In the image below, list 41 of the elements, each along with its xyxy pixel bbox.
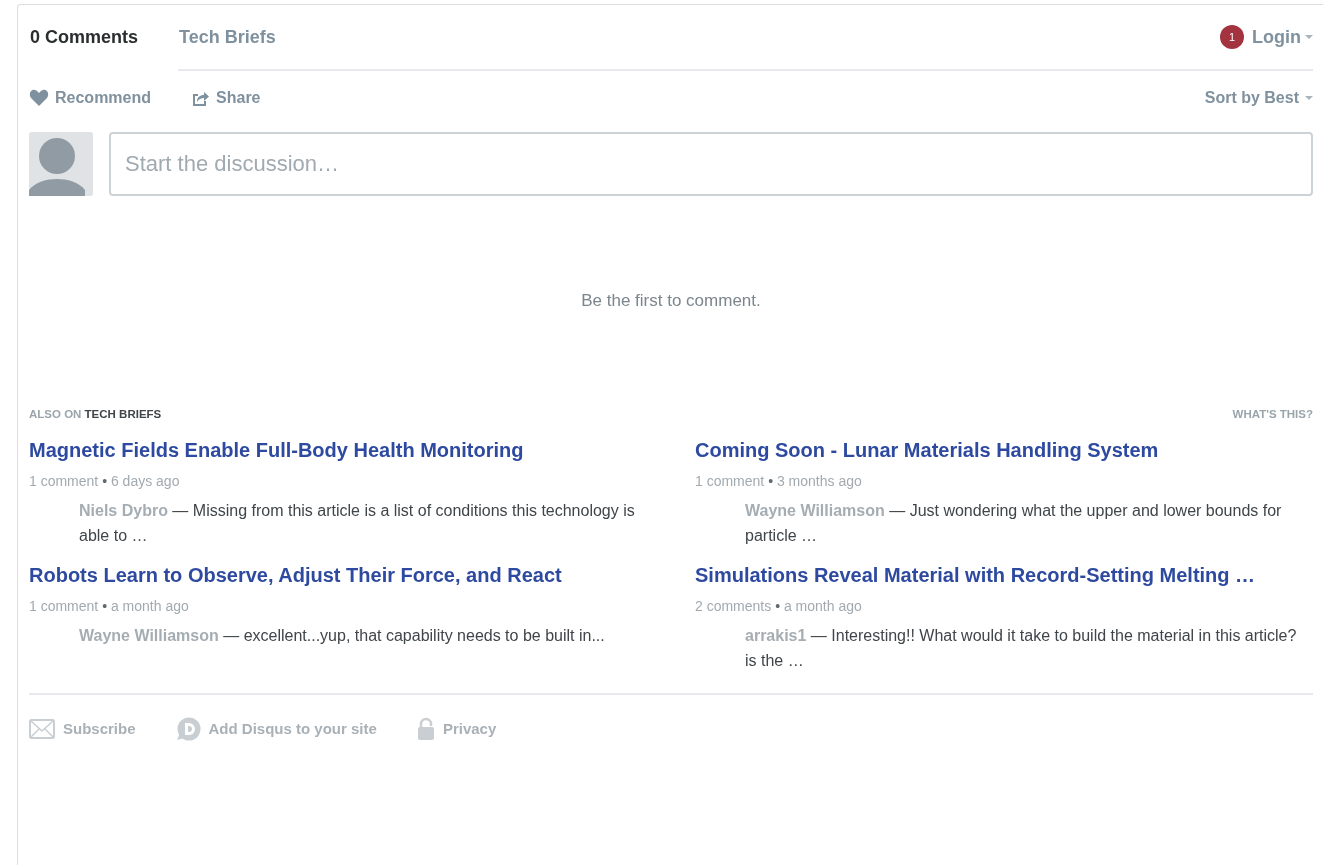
comment-count: 1 comment: [29, 472, 99, 489]
privacy-link[interactable]: Privacy: [416, 716, 497, 742]
separator-dot: •: [775, 597, 781, 614]
avatar-icon: [29, 132, 93, 196]
tab[interactable]: Tech Briefs: [178, 5, 316, 71]
whats-this-link[interactable]: WHAT'S THIS?: [1232, 405, 1313, 423]
comment-count: 1 comment: [695, 472, 765, 489]
article-title-link[interactable]: Simulations Reveal Material with Record-Setting Melting …: [695, 559, 1256, 590]
login-menu[interactable]: Login: [1252, 23, 1313, 51]
post-age: a month ago: [110, 597, 189, 614]
site-link[interactable]: TECH BRIEFS: [84, 407, 162, 420]
comment-excerpt: Wayne Williamson — Just wondering what the upper and lower bounds for particle …: [745, 500, 1283, 546]
subscribe-link[interactable]: Subscribe: [29, 716, 136, 742]
separator-dot: •: [102, 597, 108, 614]
share-icon: [191, 89, 211, 107]
post-age: a month ago: [783, 597, 862, 614]
share-button[interactable]: Share: [191, 86, 261, 110]
envelope-icon: [29, 719, 55, 740]
comment-excerpt: Wayne Williamson — excellent...yup, that capability needs to be built in...: [79, 625, 606, 646]
comment-input-field[interactable]: Start the discussion…: [109, 132, 1313, 196]
comment-excerpt: arrakis1 — Interesting!! What would it take to build the material in this article? is the …: [745, 625, 1298, 671]
post-age: 3 months ago: [776, 472, 862, 489]
recommend-button[interactable]: Recommend: [29, 86, 152, 110]
comment-count: 1 comment: [29, 597, 99, 614]
also-on-label: ALSO ON: [29, 407, 82, 420]
article-title-link[interactable]: Coming Soon - Lunar Materials Handling System: [695, 434, 1159, 465]
post-age: 6 days ago: [110, 472, 180, 489]
empty-message: Be the first to comment.: [580, 290, 762, 312]
separator-dot: •: [102, 472, 108, 489]
disqus-link[interactable]: Add Disqus to your site: [175, 716, 377, 742]
lock-icon: [416, 717, 435, 742]
comment-count: 2 comments: [695, 597, 772, 614]
notification-badge[interactable]: 1: [1220, 25, 1244, 49]
separator-dot: •: [768, 472, 774, 489]
tab[interactable]: 0 Comments: [29, 5, 179, 71]
heart-icon: [29, 89, 49, 107]
speech-bubble-icon: [175, 716, 201, 742]
sort-menu[interactable]: Sort by Best: [1204, 86, 1313, 110]
article-title-link[interactable]: Robots Learn to Observe, Adjust Their Force, and React: [29, 559, 562, 590]
comment-excerpt: Niels Dybro — Missing from this article is a list of conditions this technology is able to …: [79, 500, 636, 546]
article-title-link[interactable]: Magnetic Fields Enable Full-Body Health Monitoring: [29, 434, 524, 465]
